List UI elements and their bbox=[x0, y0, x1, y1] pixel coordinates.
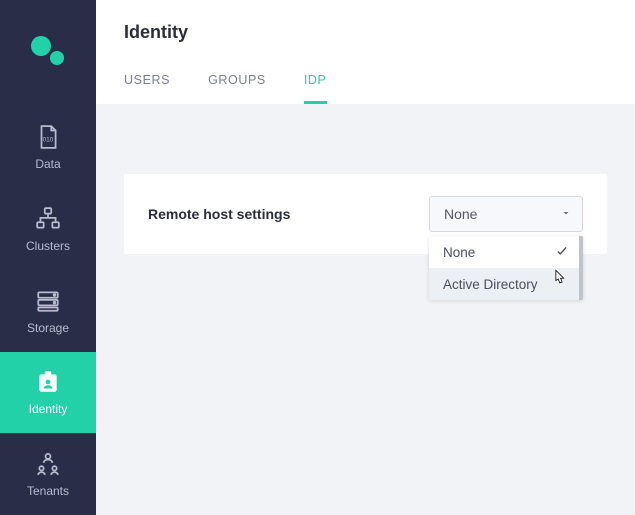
dropdown-option-active-directory[interactable]: Active Directory bbox=[429, 268, 579, 300]
svg-text:010: 010 bbox=[43, 137, 54, 144]
content: Remote host settings None None bbox=[96, 104, 635, 515]
remote-host-select[interactable]: None bbox=[429, 196, 583, 232]
sidebar: 010 Data Clusters Storage bbox=[0, 0, 96, 515]
sidebar-item-clusters[interactable]: Clusters bbox=[0, 188, 96, 270]
remote-host-settings-card: Remote host settings None None bbox=[124, 174, 607, 254]
remote-host-settings-label: Remote host settings bbox=[148, 206, 290, 222]
sidebar-item-label: Data bbox=[35, 157, 60, 171]
topbar: Identity USERS GROUPS IDP bbox=[96, 0, 635, 104]
dropdown-option-label: None bbox=[443, 245, 475, 260]
remote-host-dropdown: None Active Directory bbox=[429, 236, 583, 300]
check-icon bbox=[555, 244, 569, 261]
data-file-icon: 010 bbox=[35, 123, 61, 151]
logo-icon bbox=[26, 31, 70, 75]
tab-users[interactable]: USERS bbox=[124, 73, 170, 104]
clusters-icon bbox=[35, 205, 61, 233]
storage-icon bbox=[35, 287, 61, 315]
sidebar-item-data[interactable]: 010 Data bbox=[0, 106, 96, 188]
page-title: Identity bbox=[124, 22, 607, 43]
tenants-icon bbox=[35, 450, 61, 478]
main-area: Identity USERS GROUPS IDP Remote host se… bbox=[96, 0, 635, 515]
tab-groups[interactable]: GROUPS bbox=[208, 73, 266, 104]
dropdown-option-none[interactable]: None bbox=[429, 236, 579, 268]
chevron-down-icon bbox=[560, 206, 572, 222]
select-value: None bbox=[444, 206, 477, 222]
remote-host-select-wrap: None None Active Directory bbox=[429, 196, 583, 232]
tabs: USERS GROUPS IDP bbox=[124, 73, 607, 104]
sidebar-item-tenants[interactable]: Tenants bbox=[0, 433, 96, 515]
sidebar-item-storage[interactable]: Storage bbox=[0, 270, 96, 352]
app-logo bbox=[0, 0, 96, 106]
identity-card-icon bbox=[35, 368, 61, 396]
sidebar-item-label: Storage bbox=[27, 321, 69, 335]
sidebar-item-identity[interactable]: Identity bbox=[0, 352, 96, 434]
tab-idp[interactable]: IDP bbox=[304, 73, 327, 104]
sidebar-item-label: Tenants bbox=[27, 484, 69, 498]
sidebar-item-label: Identity bbox=[29, 402, 68, 416]
sidebar-item-label: Clusters bbox=[26, 239, 70, 253]
dropdown-option-label: Active Directory bbox=[443, 277, 538, 292]
